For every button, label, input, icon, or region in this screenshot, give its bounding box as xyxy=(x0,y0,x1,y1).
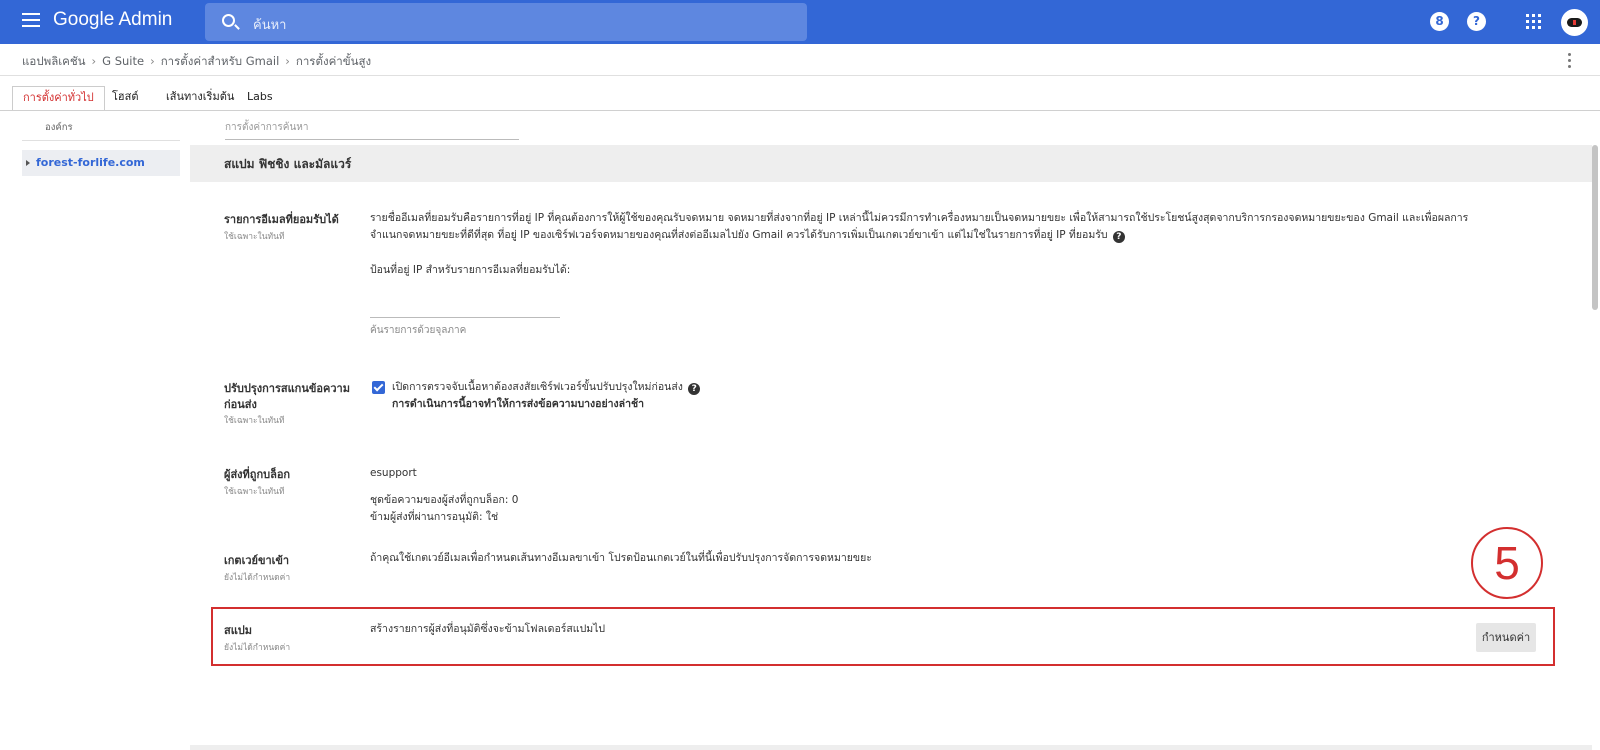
setting-title-approved-list: รายการอีเมลที่ยอมรับได้ xyxy=(224,213,339,226)
comma-separated-hint: ค้นรายการด้วยจุลภาค xyxy=(370,325,467,336)
breadcrumb-item[interactable]: การตั้งค่าสำหรับ Gmail xyxy=(161,54,280,68)
breadcrumb-item[interactable]: แอปพลิเคชัน xyxy=(22,54,86,68)
breadcrumb-separator: › xyxy=(91,54,97,68)
support-icon[interactable]: 8 xyxy=(1430,12,1449,31)
settings-search-input[interactable]: การตั้งค่าการค้นหา xyxy=(225,118,519,140)
highlight-annotation-box xyxy=(211,607,1555,666)
tab-default-routing[interactable]: เส้นทางเริ่มต้น xyxy=(156,86,244,111)
step-number-annotation: 5 xyxy=(1471,527,1543,599)
breadcrumb: แอปพลิเคชัน › G Suite › การตั้งค่าสำหรับ Gma… xyxy=(22,53,371,71)
prescan-checkbox[interactable] xyxy=(372,381,385,394)
setting-scope: ใช้เฉพาะในทันที xyxy=(224,487,285,497)
setting-title-blocked-senders: ผู้ส่งที่ถูกบล็อก xyxy=(224,468,291,481)
account-avatar[interactable] xyxy=(1561,9,1588,36)
breadcrumb-current: การตั้งค่าขั้นสูง xyxy=(295,54,372,68)
section-footer xyxy=(190,745,1592,750)
setting-title-inbound-gateway: เกตเวย์ขาเข้า xyxy=(224,554,290,567)
section-title: สแปม ฟิชชิง และมัลแวร์ xyxy=(224,157,352,171)
help-icon[interactable]: ? xyxy=(688,383,701,395)
setting-scope: ใช้เฉพาะในทันที xyxy=(224,416,285,426)
help-icon[interactable]: ? xyxy=(1467,12,1486,31)
approved-list-description-line2: จำแนกจดหมายขยะที่ดีที่สุด ที่อยู่ IP ของ… xyxy=(370,227,1125,244)
prescan-note: การดำเนินการนี้อาจทำให้การส่งข้อความบางอ… xyxy=(392,398,645,410)
setting-status: ยังไม่ได้กำหนดค่า xyxy=(224,573,291,583)
blocked-sender-name[interactable]: esupport xyxy=(370,465,417,482)
breadcrumb-item[interactable]: G Suite xyxy=(102,54,144,68)
top-app-bar: Google Admin ค้นหา 8 ? xyxy=(0,0,1600,44)
setting-scope: ใช้เฉพาะในทันที xyxy=(224,232,285,242)
more-options-icon[interactable] xyxy=(1568,53,1572,69)
prescan-checkbox-label-line: เปิดการตรวจจับเนื้อหาต้องสงสัยเซิร์ฟเวอร… xyxy=(392,379,701,396)
ip-address-input[interactable] xyxy=(370,300,560,318)
breadcrumb-separator: › xyxy=(150,54,155,68)
ip-input-label: ป้อนที่อยู่ IP สำหรับรายการอีเมลที่ยอมรั… xyxy=(370,264,571,276)
divider xyxy=(0,110,1600,111)
blocked-sender-count: ชุดข้อความของผู้ส่งที่ถูกบล็อก: 0 xyxy=(370,494,519,506)
tab-hosts[interactable]: โฮสต์ xyxy=(102,86,148,111)
section-header: สแปม ฟิชชิง และมัลแวร์ xyxy=(190,145,1592,182)
app-brand[interactable]: Google Admin xyxy=(53,9,172,31)
apps-grid-icon[interactable] xyxy=(1526,14,1541,29)
hamburger-menu-icon[interactable] xyxy=(22,13,40,29)
help-icon[interactable]: ? xyxy=(1112,231,1125,243)
org-label: องค์กร xyxy=(45,122,73,133)
divider xyxy=(0,75,1600,76)
tab-general-settings[interactable]: การตั้งค่าทั่วไป xyxy=(12,86,105,111)
breadcrumb-separator: › xyxy=(285,54,290,68)
approved-list-description-text: จำแนกจดหมายขยะที่ดีที่สุด ที่อยู่ IP ของ… xyxy=(370,229,1108,241)
prescan-checkbox-label: เปิดการตรวจจับเนื้อหาต้องสงสัยเซิร์ฟเวอร… xyxy=(392,381,683,393)
search-placeholder: ค้นหา xyxy=(253,18,287,33)
tab-labs[interactable]: Labs xyxy=(237,86,283,111)
approved-list-description: รายชื่ออีเมลที่ยอมรับคือรายการที่อยู่ IP… xyxy=(370,212,1469,224)
org-unit-item[interactable]: forest-forlife.com xyxy=(22,150,180,176)
search-icon xyxy=(222,14,235,27)
search-input[interactable]: ค้นหา xyxy=(205,3,807,41)
expand-arrow-icon[interactable] xyxy=(26,160,30,166)
scrollbar[interactable] xyxy=(1592,145,1598,310)
divider xyxy=(22,140,180,141)
setting-title-prescan: ปรับปรุงการสแกนข้อความก่อนส่ง xyxy=(224,382,350,411)
gateway-description: ถ้าคุณใช้เกตเวย์อีเมลเพื่อกำหนดเส้นทางอี… xyxy=(370,552,872,564)
blocked-sender-bypass: ข้ามผู้ส่งที่ผ่านการอนุมัติ: ใช่ xyxy=(370,511,499,523)
org-unit-name: forest-forlife.com xyxy=(36,156,145,169)
